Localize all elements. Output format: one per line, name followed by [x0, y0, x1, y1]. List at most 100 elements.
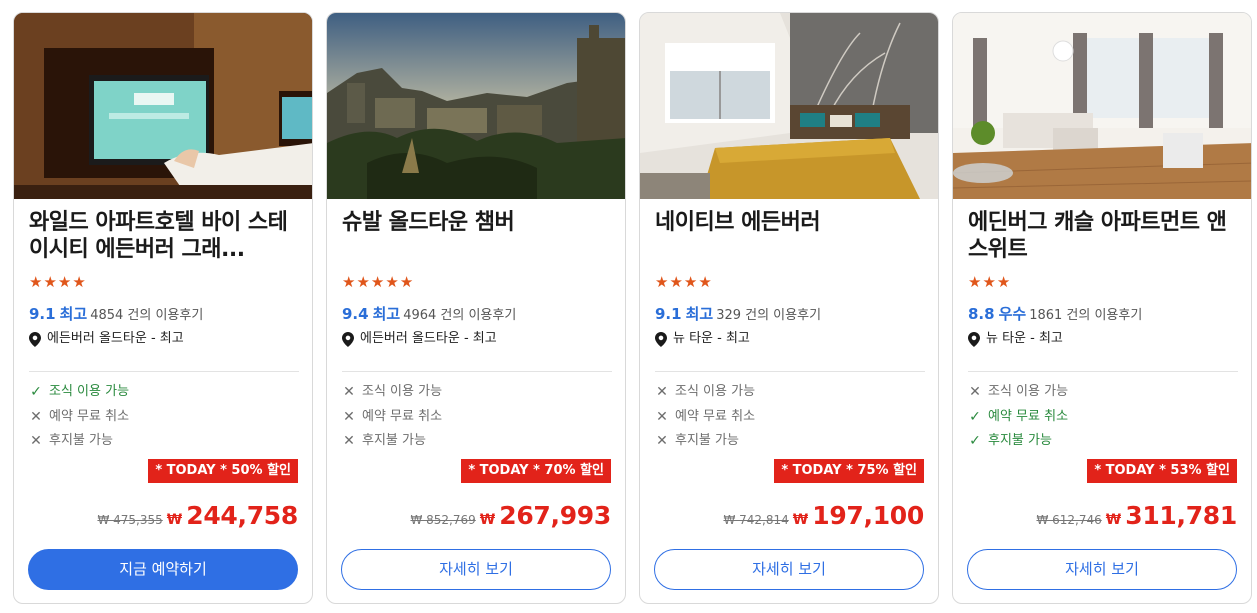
hotel-name[interactable]: 에딘버그 캐슬 아파트먼트 앤 스위트 [968, 209, 1243, 263]
review-count: 1861 건의 이용후기 [1029, 308, 1143, 323]
star-icon: ★ [655, 273, 669, 291]
location-pin-icon [968, 331, 980, 347]
score-grade: 최고 [59, 305, 88, 323]
view-details-button[interactable]: 자세히 보기 [967, 549, 1237, 590]
discount-badge: * TODAY * 75% 할인 [774, 459, 924, 483]
amenity-label: 조식 이용 가능 [675, 384, 756, 399]
amenity-breakfast: ✕ 조식 이용 가능 [342, 383, 442, 401]
hotel-card-list: 와일드 아파트호텔 바이 스테이시티 에든버러 그래... ★ ★ ★ ★ 9.1 최고… [13, 12, 1253, 604]
amenity-label: 예약 무료 취소 [675, 409, 756, 424]
amenity-label: 예약 무료 취소 [988, 409, 1069, 424]
amenity-label: 조식 이용 가능 [362, 384, 443, 399]
hotel-photo[interactable] [14, 13, 312, 199]
star-icon: ★ [342, 273, 356, 291]
hotel-name[interactable]: 와일드 아파트호텔 바이 스테이시티 에든버러 그래... [29, 209, 304, 263]
cross-icon: ✕ [30, 409, 42, 425]
location-text: 뉴 타운 - 최고 [986, 331, 1063, 346]
star-icon: ★ [356, 273, 370, 291]
amenity-free-cancel: ✕ 예약 무료 취소 [29, 408, 129, 426]
original-price: ₩ 612,746 [1036, 513, 1102, 527]
star-icon: ★ [385, 273, 399, 291]
currency-symbol: ₩ [792, 512, 809, 528]
cross-icon: ✕ [656, 384, 668, 400]
amenity-label: 예약 무료 취소 [49, 409, 130, 424]
star-icon: ★ [982, 273, 996, 291]
currency-symbol: ₩ [1105, 512, 1122, 528]
book-now-button[interactable]: 지금 예약하기 [28, 549, 298, 590]
cross-icon: ✕ [343, 384, 355, 400]
star-rating: ★ ★ ★ ★ [29, 274, 86, 290]
hotel-photo[interactable] [953, 13, 1251, 199]
price-block: ₩ 852,769 ₩ 267,993 [410, 501, 611, 530]
hotel-photo-image [640, 13, 938, 199]
amenity-label: 후지불 가능 [49, 433, 113, 448]
divider [968, 371, 1238, 372]
review-score: 8.8 우수 1861 건의 이용후기 [968, 305, 1142, 325]
hotel-card[interactable]: 네이티브 에든버러 ★ ★ ★ ★ 9.1 최고 329 건의 이용후기 뉴 타운 - 최… [639, 12, 939, 604]
check-icon: ✓ [969, 409, 981, 425]
location-pin-icon [29, 331, 41, 347]
hotel-photo[interactable] [327, 13, 625, 199]
price-block: ₩ 612,746 ₩ 311,781 [1036, 501, 1237, 530]
score-grade: 우수 [998, 305, 1027, 323]
current-price: 267,993 [499, 501, 611, 530]
hotel-photo[interactable] [640, 13, 938, 199]
review-score: 9.1 최고 329 건의 이용후기 [655, 305, 821, 325]
amenity-label: 후지불 가능 [988, 433, 1052, 448]
location-pin-icon [342, 331, 354, 347]
amenity-label: 후지불 가능 [675, 433, 739, 448]
star-icon: ★ [43, 273, 57, 291]
review-count: 4964 건의 이용후기 [403, 308, 517, 323]
amenity-label: 조식 이용 가능 [988, 384, 1069, 399]
view-details-button[interactable]: 자세히 보기 [654, 549, 924, 590]
star-rating: ★ ★ ★ ★ ★ [342, 274, 413, 290]
hotel-card[interactable]: 와일드 아파트호텔 바이 스테이시티 에든버러 그래... ★ ★ ★ ★ 9.1 최고… [13, 12, 313, 604]
hotel-card[interactable]: 에딘버그 캐슬 아파트먼트 앤 스위트 ★ ★ ★ 8.8 우수 1861 건의 이용후… [952, 12, 1252, 604]
amenity-breakfast: ✓ 조식 이용 가능 [29, 383, 129, 401]
star-icon: ★ [399, 273, 414, 291]
star-icon: ★ [72, 273, 86, 291]
hotel-location: 뉴 타운 - 최고 [655, 330, 750, 348]
star-icon: ★ [57, 273, 72, 291]
amenity-breakfast: ✕ 조식 이용 가능 [655, 383, 755, 401]
location-pin-icon [655, 331, 667, 347]
cross-icon: ✕ [656, 433, 668, 449]
cross-icon: ✕ [343, 433, 355, 449]
current-price: 197,100 [812, 501, 924, 530]
hotel-name[interactable]: 슈발 올드타운 챔버 [342, 209, 617, 236]
amenity-pay-later: ✕ 후지불 가능 [29, 432, 113, 450]
discount-badge: * TODAY * 50% 할인 [148, 459, 298, 483]
hotel-location: 에든버러 올드타운 - 최고 [29, 330, 184, 348]
current-price: 244,758 [186, 501, 298, 530]
check-icon: ✓ [969, 433, 981, 449]
location-text: 에든버러 올드타운 - 최고 [360, 331, 497, 346]
cross-icon: ✕ [656, 409, 668, 425]
amenity-label: 예약 무료 취소 [362, 409, 443, 424]
location-text: 뉴 타운 - 최고 [673, 331, 750, 346]
review-count: 329 건의 이용후기 [716, 308, 822, 323]
divider [655, 371, 925, 372]
discount-badge: * TODAY * 53% 할인 [1087, 459, 1237, 483]
score-value: 9.1 [655, 305, 682, 323]
star-icon: ★ [370, 273, 385, 291]
hotel-card[interactable]: 슈발 올드타운 챔버 ★ ★ ★ ★ ★ 9.4 최고 4964 건의 이용후기 에든버러 … [326, 12, 626, 604]
star-icon: ★ [669, 273, 683, 291]
price-block: ₩ 475,355 ₩ 244,758 [97, 501, 298, 530]
review-count: 4854 건의 이용후기 [90, 308, 204, 323]
hotel-photo-image [14, 13, 312, 199]
cross-icon: ✕ [969, 384, 981, 400]
amenity-free-cancel: ✕ 예약 무료 취소 [655, 408, 755, 426]
currency-symbol: ₩ [166, 512, 183, 528]
view-details-button[interactable]: 자세히 보기 [341, 549, 611, 590]
hotel-name[interactable]: 네이티브 에든버러 [655, 209, 930, 236]
star-rating: ★ ★ ★ ★ [655, 274, 712, 290]
hotel-photo-image [953, 13, 1251, 199]
score-grade: 최고 [372, 305, 401, 323]
amenity-free-cancel: ✓ 예약 무료 취소 [968, 408, 1068, 426]
original-price: ₩ 852,769 [410, 513, 476, 527]
location-text: 에든버러 올드타운 - 최고 [47, 331, 184, 346]
score-value: 9.1 [29, 305, 56, 323]
star-icon: ★ [968, 273, 982, 291]
check-icon: ✓ [30, 384, 42, 400]
amenity-label: 조식 이용 가능 [49, 384, 130, 399]
